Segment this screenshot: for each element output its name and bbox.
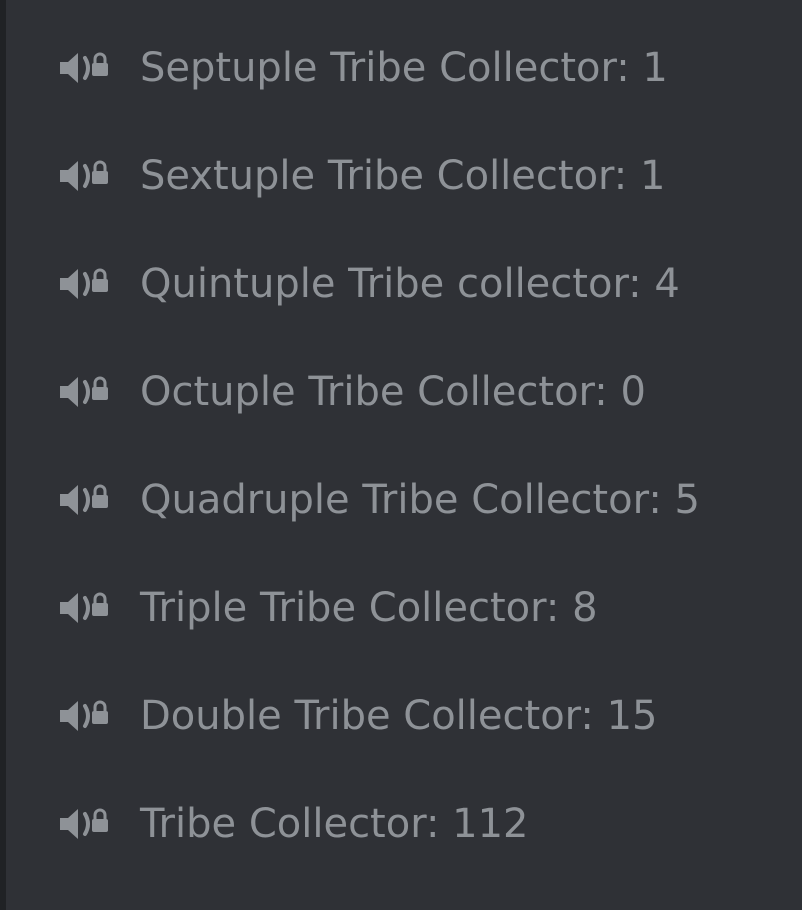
locked-voice-channel-icon	[58, 588, 114, 628]
voice-channel-double[interactable]: Double Tribe Collector: 15	[0, 662, 802, 770]
channel-label: Quadruple Tribe Collector: 5	[140, 477, 700, 523]
channel-label: Triple Tribe Collector: 8	[140, 585, 598, 631]
channel-label: Octuple Tribe Collector: 0	[140, 369, 646, 415]
locked-voice-channel-icon	[58, 696, 114, 736]
locked-voice-channel-icon	[58, 480, 114, 520]
channel-label: Double Tribe Collector: 15	[140, 693, 658, 739]
locked-voice-channel-icon	[58, 804, 114, 844]
voice-channel-single[interactable]: Tribe Collector: 112	[0, 770, 802, 878]
locked-voice-channel-icon	[58, 48, 114, 88]
channel-sidebar: Septuple Tribe Collector: 1 Sextuple Tri…	[0, 0, 802, 910]
channel-label: Tribe Collector: 112	[140, 801, 529, 847]
voice-channel-septuple[interactable]: Septuple Tribe Collector: 1	[0, 14, 802, 122]
channel-label: Sextuple Tribe Collector: 1	[140, 153, 666, 199]
locked-voice-channel-icon	[58, 264, 114, 304]
channel-label: Septuple Tribe Collector: 1	[140, 45, 668, 91]
voice-channel-sextuple[interactable]: Sextuple Tribe Collector: 1	[0, 122, 802, 230]
voice-channel-octuple[interactable]: Octuple Tribe Collector: 0	[0, 338, 802, 446]
channel-label: Quintuple Tribe collector: 4	[140, 261, 680, 307]
voice-channel-quadruple[interactable]: Quadruple Tribe Collector: 5	[0, 446, 802, 554]
voice-channel-quintuple[interactable]: Quintuple Tribe collector: 4	[0, 230, 802, 338]
voice-channel-list: Septuple Tribe Collector: 1 Sextuple Tri…	[0, 14, 802, 878]
locked-voice-channel-icon	[58, 372, 114, 412]
locked-voice-channel-icon	[58, 156, 114, 196]
voice-channel-triple[interactable]: Triple Tribe Collector: 8	[0, 554, 802, 662]
